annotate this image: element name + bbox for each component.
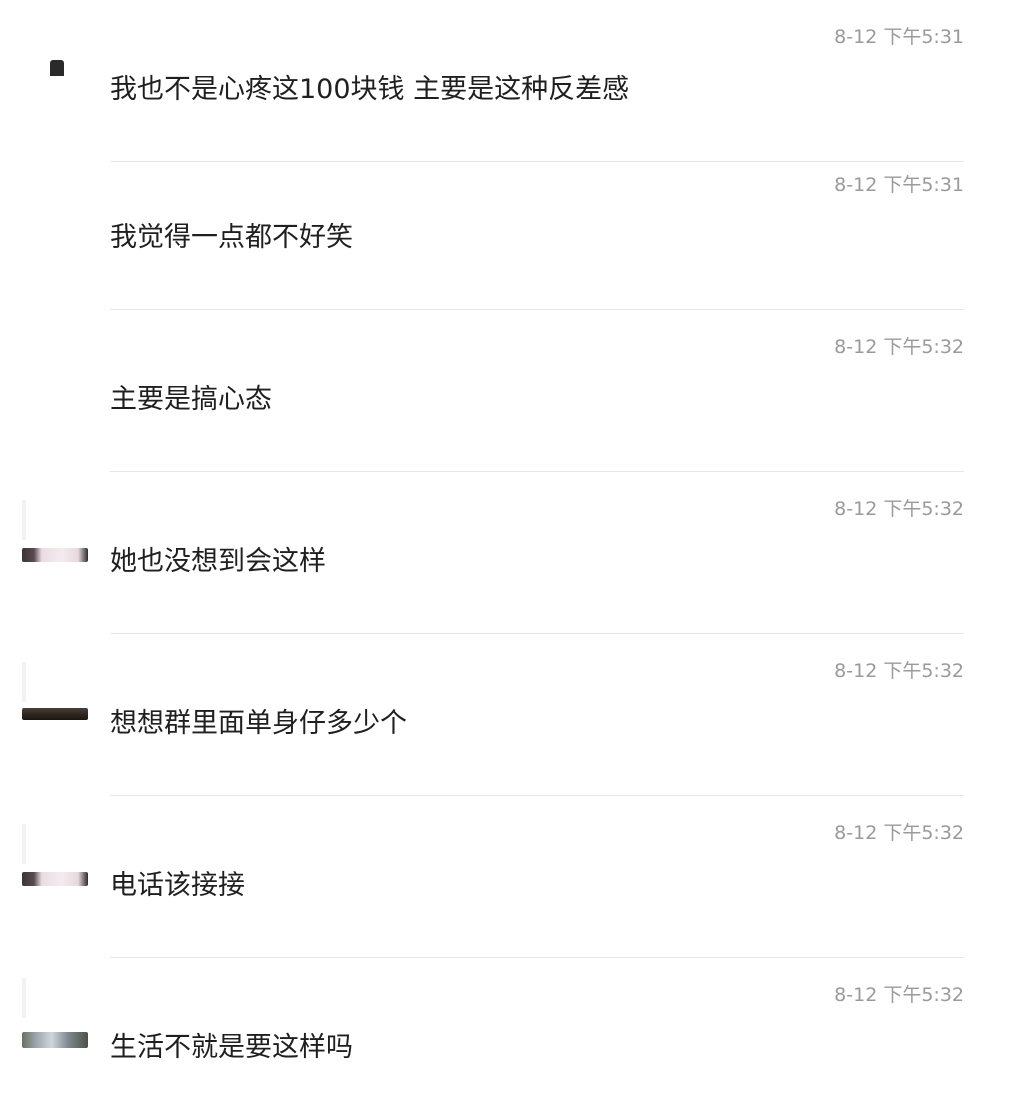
chat-message[interactable]: 8-12 下午5:32 想想群里面单身仔多少个 <box>0 634 1022 796</box>
avatar-edge <box>22 824 26 864</box>
message-timestamp: 8-12 下午5:31 <box>834 26 964 48</box>
sender-avatar[interactable] <box>22 708 88 720</box>
message-timestamp: 8-12 下午5:32 <box>834 336 964 358</box>
message-timestamp: 8-12 下午5:32 <box>834 498 964 520</box>
sender-avatar[interactable] <box>22 548 88 562</box>
message-text: 电话该接接 <box>110 870 245 901</box>
chat-message[interactable]: 8-12 下午5:32 电话该接接 <box>0 796 1022 958</box>
message-text: 我觉得一点都不好笑 <box>110 222 353 253</box>
message-text: 她也没想到会这样 <box>110 546 326 577</box>
sender-avatar[interactable] <box>22 872 88 886</box>
message-timestamp: 8-12 下午5:32 <box>834 660 964 682</box>
chat-message[interactable]: 8-12 下午5:32 主要是搞心态 <box>0 310 1022 472</box>
avatar-edge <box>22 978 26 1018</box>
message-text: 主要是搞心态 <box>110 384 272 415</box>
message-timestamp: 8-12 下午5:31 <box>834 174 964 196</box>
message-text: 想想群里面单身仔多少个 <box>110 708 407 739</box>
avatar-edge <box>22 500 26 540</box>
chat-message[interactable]: 8-12 下午5:32 生活不就是要这样吗 <box>0 958 1022 1120</box>
message-text: 我也不是心疼这100块钱 主要是这种反差感 <box>110 74 630 105</box>
message-text: 生活不就是要这样吗 <box>110 1032 353 1063</box>
sender-avatar[interactable] <box>22 60 88 78</box>
chat-message[interactable]: 8-12 下午5:32 她也没想到会这样 <box>0 472 1022 634</box>
message-timestamp: 8-12 下午5:32 <box>834 984 964 1006</box>
message-timestamp: 8-12 下午5:32 <box>834 822 964 844</box>
chat-message[interactable]: 8-12 下午5:31 我觉得一点都不好笑 <box>0 148 1022 310</box>
chat-message[interactable]: 8-12 下午5:31 我也不是心疼这100块钱 主要是这种反差感 <box>0 0 1022 162</box>
chat-message-list: 8-12 下午5:31 我也不是心疼这100块钱 主要是这种反差感 8-12 下… <box>0 0 1022 1100</box>
sender-avatar[interactable] <box>22 1032 88 1048</box>
avatar-edge <box>22 662 26 702</box>
